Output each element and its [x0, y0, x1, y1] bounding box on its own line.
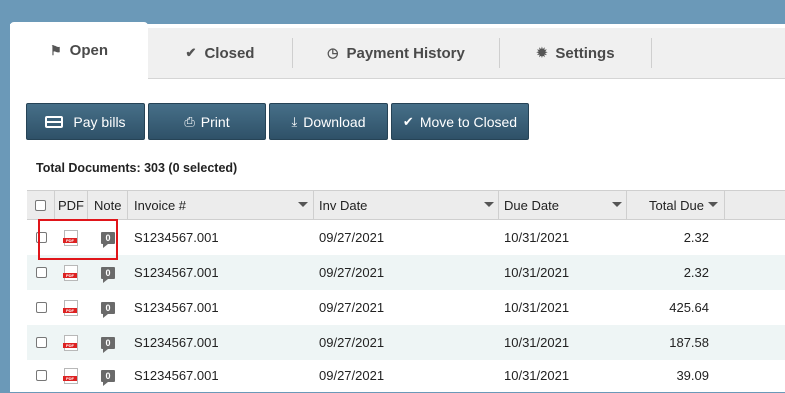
- column-divider: [498, 191, 499, 219]
- note-icon[interactable]: 0: [101, 266, 115, 283]
- select-all-checkbox[interactable]: [35, 199, 46, 211]
- total-due: 39.09: [676, 368, 709, 383]
- note-cell: 0: [101, 290, 115, 325]
- inv-date: 09/27/2021: [319, 300, 385, 315]
- note-cell: 0: [101, 325, 115, 360]
- pay-bills-label: Pay bills: [73, 113, 126, 130]
- column-inv-date[interactable]: Inv Date: [319, 191, 489, 219]
- due-date: 10/31/2021: [504, 230, 570, 245]
- note-icon[interactable]: 0: [101, 301, 115, 318]
- tab-payment-history-label: Payment History: [346, 44, 465, 62]
- gear-icon: ✹: [536, 45, 548, 60]
- column-total-due[interactable]: Total Due: [649, 191, 709, 219]
- download-icon: ⤓: [291, 113, 298, 129]
- column-divider: [54, 191, 55, 219]
- column-due-date[interactable]: Due Date: [504, 191, 614, 219]
- note-icon[interactable]: 0: [101, 336, 115, 353]
- column-divider: [127, 191, 128, 219]
- credit-card-icon: [45, 115, 64, 128]
- pdf-cell: [63, 325, 78, 360]
- table-row[interactable]: 0 S1234567.001 09/27/2021 10/31/2021 187…: [27, 325, 785, 360]
- inv-date: 09/27/2021: [319, 265, 385, 280]
- due-date: 10/31/2021: [504, 265, 570, 280]
- tab-settings-label: Settings: [555, 44, 615, 62]
- table-header: PDF Note Invoice # Inv Date Due Date Tot…: [27, 190, 785, 220]
- note-icon[interactable]: 0: [101, 369, 115, 386]
- pdf-icon[interactable]: [63, 367, 78, 384]
- column-divider: [313, 191, 314, 219]
- column-pdf[interactable]: PDF: [58, 191, 88, 219]
- due-date: 10/31/2021: [504, 368, 570, 383]
- row-checkbox-cell: [36, 290, 47, 325]
- printer-icon: ⎙: [184, 113, 195, 129]
- sort-arrow-icon[interactable]: [298, 202, 308, 207]
- tab-payment-history[interactable]: ◷ Payment History: [293, 28, 499, 78]
- tab-closed-label: Closed: [204, 44, 255, 62]
- note-cell: 0: [101, 255, 115, 290]
- invoice-number: S1234567.001: [134, 335, 219, 350]
- check-icon: ✔: [402, 113, 414, 129]
- inv-date: 09/27/2021: [319, 335, 385, 350]
- inv-date: 09/27/2021: [319, 230, 385, 245]
- print-label: Print: [200, 113, 230, 130]
- row-checkbox[interactable]: [36, 370, 47, 381]
- tab-open-label: Open: [69, 42, 108, 59]
- sort-arrow-icon[interactable]: [484, 202, 494, 207]
- row-checkbox-cell: [36, 358, 47, 393]
- sort-arrow-icon[interactable]: [612, 202, 622, 207]
- row-checkbox-cell: [36, 325, 47, 360]
- pdf-icon[interactable]: [63, 264, 78, 281]
- download-button[interactable]: ⤓ Download: [269, 103, 388, 140]
- pdf-icon[interactable]: [63, 334, 78, 351]
- column-divider: [724, 191, 725, 219]
- select-all-cell: [35, 191, 55, 219]
- pdf-cell: [63, 255, 78, 290]
- clock-icon: ◷: [327, 45, 339, 60]
- tab-settings[interactable]: ✹ Settings: [500, 28, 651, 78]
- pdf-cell: [63, 358, 78, 393]
- due-date: 10/31/2021: [504, 300, 570, 315]
- note-cell: 0: [101, 358, 115, 393]
- invoice-number: S1234567.001: [134, 265, 219, 280]
- invoice-number: S1234567.001: [134, 300, 219, 315]
- row-checkbox[interactable]: [36, 267, 47, 278]
- row-checkbox[interactable]: [36, 302, 47, 313]
- table-row[interactable]: 0 S1234567.001 09/27/2021 10/31/2021 425…: [27, 290, 785, 325]
- column-note[interactable]: Note: [94, 191, 128, 219]
- check-icon: ✔: [185, 45, 197, 60]
- table-row[interactable]: 0 S1234567.001 09/27/2021 10/31/2021 39.…: [27, 358, 785, 393]
- inv-date: 09/27/2021: [319, 368, 385, 383]
- invoice-number: S1234567.001: [134, 230, 219, 245]
- total-due: 425.64: [669, 300, 709, 315]
- column-invoice[interactable]: Invoice #: [134, 191, 304, 219]
- tab-open[interactable]: ⚑ Open: [10, 22, 148, 79]
- total-due: 2.32: [683, 265, 709, 280]
- row-checkbox-cell: [36, 255, 47, 290]
- download-label: Download: [303, 113, 366, 130]
- due-date: 10/31/2021: [504, 335, 570, 350]
- flag-icon: ⚑: [50, 42, 62, 58]
- column-divider: [87, 191, 88, 219]
- total-documents: Total Documents: 303 (0 selected): [36, 161, 238, 175]
- pdf-icon[interactable]: [63, 299, 78, 316]
- print-button[interactable]: ⎙ Print: [148, 103, 266, 140]
- tab-divider: [651, 38, 652, 68]
- sort-arrow-icon[interactable]: [708, 202, 718, 207]
- table-row[interactable]: 0 S1234567.001 09/27/2021 10/31/2021 2.3…: [27, 255, 785, 290]
- table-row[interactable]: 0 S1234567.001 09/27/2021 10/31/2021 2.3…: [27, 220, 785, 255]
- pdf-cell: [63, 290, 78, 325]
- invoice-number: S1234567.001: [134, 368, 219, 383]
- highlight-box: [38, 219, 118, 260]
- row-checkbox[interactable]: [36, 337, 47, 348]
- column-divider: [626, 191, 627, 219]
- total-due: 187.58: [669, 335, 709, 350]
- pay-bills-button[interactable]: Pay bills: [26, 103, 145, 140]
- move-to-closed-button[interactable]: ✔ Move to Closed: [391, 103, 529, 140]
- total-due: 2.32: [683, 230, 709, 245]
- tab-closed[interactable]: ✔ Closed: [148, 28, 292, 78]
- move-to-closed-label: Move to Closed: [419, 113, 518, 130]
